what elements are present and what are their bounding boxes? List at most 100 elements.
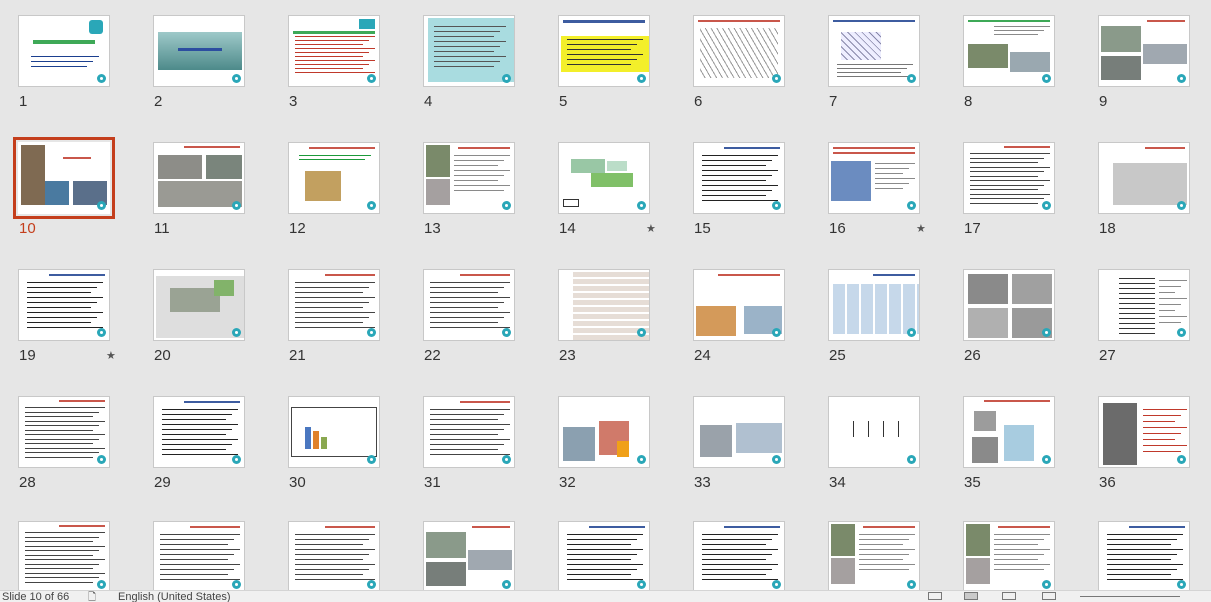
- text-line: [1143, 421, 1175, 422]
- slide-thumbnail[interactable]: [18, 396, 110, 468]
- thumbnail-image: [426, 562, 466, 586]
- slide-thumbnail[interactable]: [423, 269, 515, 341]
- thumbnail-image: [158, 181, 242, 207]
- reading-view-button[interactable]: [1002, 592, 1016, 600]
- slide-thumbnail[interactable]: [423, 521, 515, 590]
- slide-thumbnail[interactable]: [288, 142, 380, 214]
- slide-thumbnail[interactable]: [828, 521, 920, 590]
- slide-thumbnail[interactable]: [693, 269, 785, 341]
- text-line: [430, 312, 510, 313]
- thumbnail-image: [696, 306, 736, 336]
- slide-thumbnail[interactable]: [828, 142, 920, 214]
- text-line: [859, 534, 915, 535]
- slide-thumbnail[interactable]: [558, 396, 650, 468]
- slide-thumbnail[interactable]: [153, 521, 245, 590]
- slide-thumbnail[interactable]: [13, 137, 115, 219]
- slide-thumbnail[interactable]: [288, 15, 380, 87]
- slide-thumbnail[interactable]: [963, 269, 1055, 341]
- slide-thumbnail[interactable]: [693, 521, 785, 590]
- text-line: [162, 449, 226, 450]
- slide-thumbnail[interactable]: [1098, 142, 1190, 214]
- brand-logo-icon: [502, 328, 511, 337]
- slide-thumbnail[interactable]: [423, 396, 515, 468]
- slide-thumbnail[interactable]: [153, 396, 245, 468]
- text-line: [25, 568, 93, 569]
- brand-logo-icon: [232, 74, 241, 83]
- slide-number: 13: [424, 220, 441, 237]
- slide-thumbnail[interactable]: [828, 15, 920, 87]
- normal-view-button[interactable]: [928, 592, 942, 600]
- brand-logo-icon: [502, 201, 511, 210]
- slide-thumbnail[interactable]: [18, 15, 110, 87]
- slide-thumbnail[interactable]: [153, 269, 245, 341]
- thumbnail-image: [313, 431, 319, 449]
- slide-thumbnail[interactable]: [1098, 269, 1190, 341]
- brand-logo-icon: [637, 328, 646, 337]
- slide-sorter-button[interactable]: [964, 592, 978, 600]
- slide-number: 24: [694, 347, 711, 364]
- text-line: [875, 163, 915, 164]
- slide-thumbnail[interactable]: [693, 15, 785, 87]
- slide-number: 9: [1099, 93, 1108, 110]
- slide-thumbnail[interactable]: [1098, 15, 1190, 87]
- thumbnail-image: [426, 532, 466, 558]
- text-line: [859, 564, 915, 565]
- text-line: [567, 579, 643, 580]
- text-line: [1107, 564, 1183, 565]
- slide-thumbnail[interactable]: [18, 521, 110, 590]
- text-line: [295, 36, 375, 37]
- slide-thumbnail[interactable]: [963, 142, 1055, 214]
- slide-thumbnail[interactable]: [828, 269, 920, 341]
- thumbnail-image: [563, 427, 595, 461]
- slideshow-button[interactable]: [1042, 592, 1056, 600]
- brand-logo-icon: [907, 74, 916, 83]
- text-line: [434, 26, 506, 27]
- text-line: [25, 429, 93, 431]
- slide-thumbnail[interactable]: [693, 396, 785, 468]
- brand-logo-icon: [1042, 328, 1051, 337]
- text-line: [295, 539, 369, 540]
- banner-text: [178, 48, 222, 51]
- brand-logo-icon: [772, 328, 781, 337]
- slide-thumbnail[interactable]: [288, 521, 380, 590]
- brand-logo-icon: [772, 74, 781, 83]
- slide-thumbnail[interactable]: [558, 142, 650, 214]
- slide-thumbnail[interactable]: [1098, 396, 1190, 468]
- slide-thumbnail[interactable]: [423, 15, 515, 87]
- slide-thumbnail[interactable]: [18, 269, 110, 341]
- slide-number: 16: [829, 220, 846, 237]
- thumbnail-image: [170, 288, 220, 312]
- slide-thumbnail[interactable]: [558, 15, 650, 87]
- slide-thumbnail[interactable]: [153, 142, 245, 214]
- text-line: [702, 185, 778, 186]
- text-line: [295, 40, 369, 41]
- slide-thumbnail[interactable]: [963, 15, 1055, 87]
- zoom-slider[interactable]: [1080, 596, 1180, 597]
- text-line: [295, 544, 363, 545]
- slide-thumbnail[interactable]: [828, 396, 920, 468]
- slide-number: 11: [154, 220, 170, 237]
- slide-thumbnail[interactable]: [1098, 521, 1190, 590]
- text-line: [27, 302, 97, 303]
- slide-thumbnail[interactable]: [963, 521, 1055, 590]
- text-line: [295, 52, 369, 53]
- slide-thumbnail[interactable]: [558, 521, 650, 590]
- text-line: [970, 162, 1038, 163]
- slide-thumbnail[interactable]: [153, 15, 245, 87]
- text-line: [454, 175, 504, 176]
- text-line: [162, 409, 238, 410]
- thumbnail-image: [966, 524, 990, 556]
- slide-thumbnail[interactable]: [423, 142, 515, 214]
- thumbnail-image: [831, 161, 871, 201]
- slide-thumbnail[interactable]: [288, 396, 380, 468]
- slide-thumbnail[interactable]: [963, 396, 1055, 468]
- slide-thumbnail[interactable]: [558, 269, 650, 341]
- slide-number: 26: [964, 347, 981, 364]
- brand-logo-icon: [1042, 455, 1051, 464]
- thumbnail-image: [831, 558, 855, 584]
- brand-logo-icon: [637, 201, 646, 210]
- slide-thumbnail[interactable]: [288, 269, 380, 341]
- text-line: [295, 312, 375, 313]
- text-line: [1143, 451, 1181, 452]
- slide-thumbnail[interactable]: [693, 142, 785, 214]
